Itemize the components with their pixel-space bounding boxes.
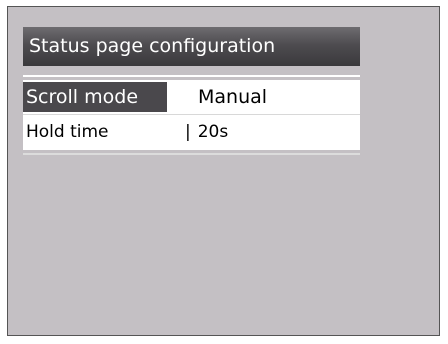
menu-item-label: Scroll mode <box>23 82 167 112</box>
menu-divider <box>23 153 360 155</box>
row-divider <box>23 114 360 115</box>
menu-item-value-group: | 20s <box>185 117 228 147</box>
menu-item-hold-time[interactable]: Hold time | 20s <box>23 117 360 147</box>
value-separator: | <box>185 122 191 142</box>
menu-item-scroll-mode[interactable]: Scroll mode Manual <box>23 80 360 114</box>
page-title: Status page configuration <box>23 27 360 66</box>
menu-item-value: 20s <box>197 122 229 142</box>
menu-item-value: Manual <box>198 86 268 108</box>
settings-menu: Scroll mode Manual Hold time | 20s <box>23 80 360 150</box>
device-screen: Status page configuration Scroll mode Ma… <box>7 6 440 336</box>
title-divider <box>23 75 360 77</box>
menu-item-label: Hold time <box>26 122 109 142</box>
